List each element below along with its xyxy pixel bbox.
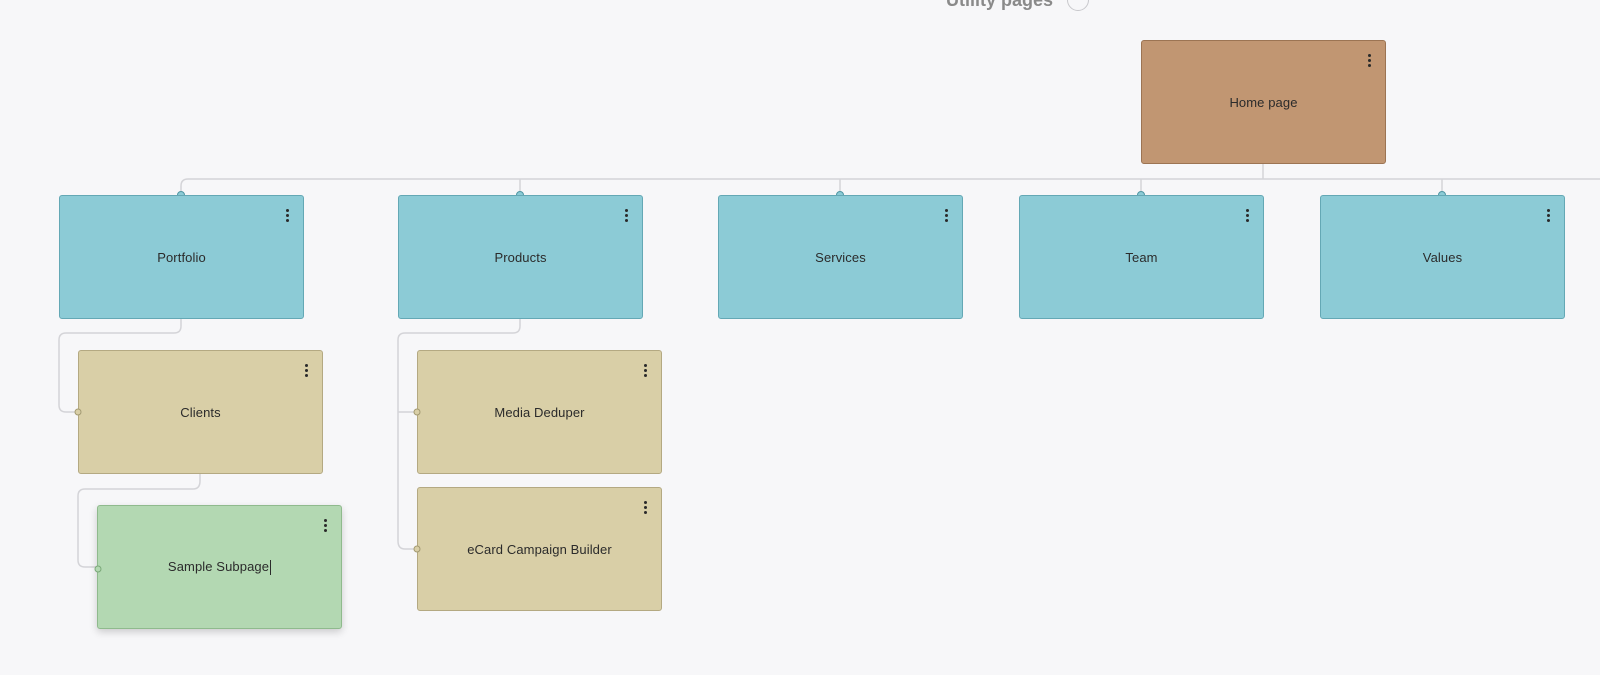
more-options-icon[interactable] [1363,51,1375,69]
node-products[interactable]: Products [398,195,643,319]
node-media-deduper[interactable]: Media Deduper [417,350,662,474]
node-clients[interactable]: Clients [78,350,323,474]
more-options-icon[interactable] [300,361,312,379]
node-team[interactable]: Team [1019,195,1264,319]
node-services[interactable]: Services [718,195,963,319]
more-options-icon[interactable] [940,206,952,224]
connector-dot-media-deduper [413,408,421,416]
more-options-icon[interactable] [1241,206,1253,224]
node-label: Values [1422,249,1463,265]
connector-dot-ecard [413,545,421,553]
node-label: Media Deduper [494,404,585,420]
node-label: eCard Campaign Builder [467,541,612,557]
more-options-icon[interactable] [639,498,651,516]
utility-pages-toggle[interactable] [1067,0,1090,11]
node-label-text: Sample Subpage [167,558,270,574]
text-cursor [270,560,272,576]
more-options-icon[interactable] [1542,206,1554,224]
node-values[interactable]: Values [1320,195,1565,319]
utility-pages-toggle-group: Utility pages [946,0,1090,12]
node-label: Home page [1229,94,1298,110]
node-label: Portfolio [157,249,206,265]
utility-pages-label: Utility pages [946,0,1054,10]
connector-dot-subpage [94,565,102,573]
more-options-icon[interactable] [639,361,651,379]
node-ecard-campaign-builder[interactable]: eCard Campaign Builder [417,487,662,611]
node-label: Services [815,249,866,265]
node-label: Clients [180,404,221,420]
node-label: Team [1125,249,1158,265]
more-options-icon[interactable] [620,206,632,224]
node-sample-subpage[interactable]: Sample Subpage [94,505,342,629]
connector-top-bus [180,178,1600,195]
connector-dot-clients [74,408,82,416]
node-portfolio[interactable]: Portfolio [59,195,304,319]
node-home-page[interactable]: Home page [1141,40,1386,164]
node-label: Products [494,249,547,265]
more-options-icon[interactable] [281,206,293,224]
more-options-icon[interactable] [319,516,331,534]
sitemap-canvas[interactable]: Utility pages Home page Portfolio Produc… [0,0,1600,675]
node-label-editing[interactable]: Sample Subpage [167,558,272,576]
